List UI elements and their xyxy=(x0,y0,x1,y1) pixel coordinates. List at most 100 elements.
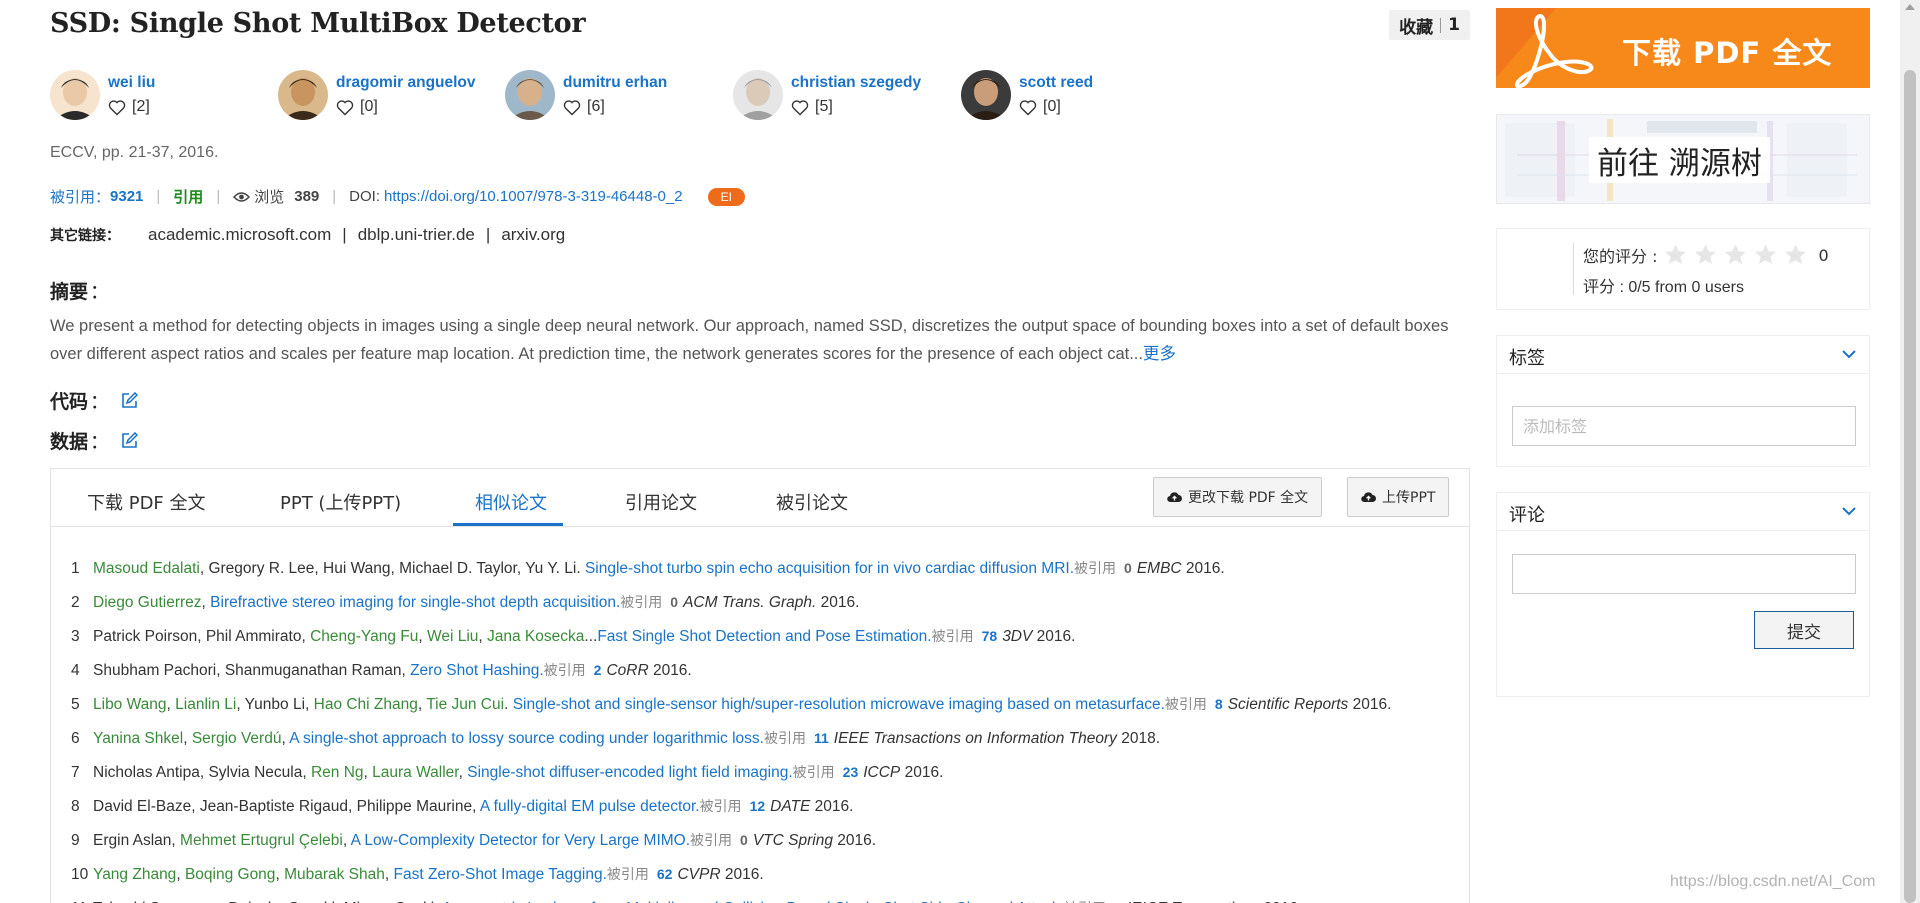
paper-title-link[interactable]: Single-shot and single-sensor high/super… xyxy=(513,696,1165,713)
author-link[interactable]: Laura Waller xyxy=(372,764,458,781)
cited-by-count[interactable]: 0 xyxy=(740,832,748,848)
upload-ppt-button[interactable]: 上传PPT xyxy=(1347,477,1450,517)
star-rating[interactable] xyxy=(1663,243,1808,267)
author-link[interactable]: Diego Gutierrez xyxy=(93,594,202,611)
chevron-down-icon[interactable] xyxy=(1841,506,1857,516)
paper-title-link[interactable]: Single-shot diffuser-encoded light field… xyxy=(467,764,792,781)
tag-input[interactable] xyxy=(1512,406,1856,446)
cited-count[interactable]: 9321 xyxy=(110,188,143,205)
download-pdf-button[interactable]: 下载 PDF 全文 xyxy=(1496,8,1870,89)
author-name[interactable]: dumitru erhan xyxy=(563,74,667,92)
vertical-scrollbar[interactable] xyxy=(1900,0,1920,903)
avatar[interactable] xyxy=(505,70,555,120)
author-link[interactable]: Hao Chi Zhang xyxy=(314,696,418,713)
cited-by-count[interactable]: 0 xyxy=(670,594,678,610)
author-link[interactable]: Sergio Verdú xyxy=(192,730,282,747)
paper-title-link[interactable]: Fast Zero-Shot Image Tagging. xyxy=(394,866,607,883)
source-tree-button[interactable]: 前往 溯源树 xyxy=(1496,114,1870,204)
tab-similar-papers[interactable]: 相似论文 xyxy=(475,489,547,515)
paper-title-link[interactable]: A single-shot approach to lossy source c… xyxy=(289,730,764,747)
star-icon[interactable] xyxy=(1783,243,1808,267)
author-link[interactable]: Libo Wang xyxy=(93,696,167,713)
author-like[interactable]: [2] xyxy=(108,98,150,116)
author-name[interactable]: dragomir anguelov xyxy=(336,74,476,92)
avatar[interactable] xyxy=(278,70,328,120)
favorite-button[interactable]: 收藏 1 xyxy=(1389,10,1470,40)
author-like[interactable]: [0] xyxy=(336,98,378,116)
heart-icon[interactable] xyxy=(108,99,126,116)
star-icon[interactable] xyxy=(1723,243,1748,267)
tags-header[interactable]: 标签 xyxy=(1497,336,1869,374)
author-link[interactable]: Wei Liu xyxy=(427,628,478,645)
author-link[interactable]: Yanina Shkel xyxy=(93,730,183,747)
star-icon[interactable] xyxy=(1663,243,1688,267)
paper-title-link[interactable]: Single-shot turbo spin echo acquisition … xyxy=(585,560,1074,577)
author-name[interactable]: scott reed xyxy=(1019,74,1093,92)
author-like[interactable]: [6] xyxy=(563,98,605,116)
heart-icon[interactable] xyxy=(563,99,581,116)
author-link[interactable]: Boqing Gong xyxy=(185,866,276,883)
year: 2016. xyxy=(1348,696,1392,713)
author-link[interactable]: Masoud Edalati xyxy=(93,560,200,577)
author-text: , xyxy=(418,628,427,645)
tab-ppt[interactable]: PPT (上传PPT) xyxy=(280,489,401,515)
paper-title-link[interactable]: A Low-Complexity Detector for Very Large… xyxy=(351,832,690,849)
change-pdf-label: 更改下载 PDF 全文 xyxy=(1188,490,1309,506)
author-name[interactable]: wei liu xyxy=(108,74,155,92)
edit-icon[interactable] xyxy=(121,392,139,409)
author-link[interactable]: Tie Jun Cui xyxy=(426,696,504,713)
avatar[interactable] xyxy=(50,70,100,120)
author-link[interactable]: Cheng-Yang Fu xyxy=(310,628,418,645)
scrollbar-thumb[interactable] xyxy=(1904,70,1916,903)
active-tab-underline xyxy=(453,523,563,526)
scroll-up-arrow-icon[interactable] xyxy=(1905,4,1915,10)
author-link[interactable]: Jana Kosecka xyxy=(487,628,584,645)
cite-link[interactable]: 引用 xyxy=(173,186,203,207)
paper-title-link[interactable]: Zero Shot Hashing. xyxy=(410,662,544,679)
cited-by-count[interactable]: 8 xyxy=(1215,696,1223,712)
edit-icon[interactable] xyxy=(121,432,139,449)
star-icon[interactable] xyxy=(1693,243,1718,267)
link-arxiv[interactable]: arxiv.org xyxy=(501,225,565,245)
cited-by-count[interactable]: 23 xyxy=(843,764,859,780)
paper-title-link[interactable]: Fast Single Shot Detection and Pose Esti… xyxy=(597,628,931,645)
author-link[interactable]: Yang Zhang xyxy=(93,866,176,883)
cited-by-count[interactable]: 11 xyxy=(814,730,829,746)
more-link[interactable]: 更多 xyxy=(1143,345,1176,363)
avatar[interactable] xyxy=(733,70,783,120)
author-link[interactable]: Ren Ng xyxy=(311,764,364,781)
change-pdf-button[interactable]: 更改下载 PDF 全文 xyxy=(1153,477,1323,517)
heart-icon[interactable] xyxy=(336,99,354,116)
tab-download-pdf[interactable]: 下载 PDF 全文 xyxy=(87,489,206,515)
author-name[interactable]: christian szegedy xyxy=(791,74,921,92)
author-like[interactable]: [5] xyxy=(791,98,833,116)
paper-title-link[interactable]: Birefractive stereo imaging for single-s… xyxy=(210,594,620,611)
cited-by-count[interactable]: 2 xyxy=(594,662,602,678)
paper-title-link[interactable]: A fully-digital EM pulse detector. xyxy=(480,798,700,815)
tab-citing-papers[interactable]: 引用论文 xyxy=(625,489,697,515)
cited-by-count[interactable]: 0 xyxy=(1124,560,1132,576)
author-like[interactable]: [0] xyxy=(1019,98,1061,116)
similar-paper-row: 1 Masoud Edalati, Gregory R. Lee, Hui Wan… xyxy=(51,551,1469,585)
tab-cited-papers[interactable]: 被引论文 xyxy=(776,489,848,515)
heart-icon[interactable] xyxy=(791,99,809,116)
star-icon[interactable] xyxy=(1753,243,1778,267)
divider: | xyxy=(156,188,161,205)
cited-by-count[interactable]: 62 xyxy=(657,866,673,882)
cited-by-label: 被引用 xyxy=(1074,560,1117,576)
submit-comment-button[interactable]: 提交 xyxy=(1754,611,1854,649)
doi-link[interactable]: https://doi.org/10.1007/978-3-319-46448-… xyxy=(384,188,683,205)
heart-icon[interactable] xyxy=(1019,99,1037,116)
cited-by-count[interactable]: 12 xyxy=(750,798,766,814)
similar-paper-row: 9 Ergin Aslan, Mehmet Ertugrul Çelebi, A … xyxy=(51,823,1469,857)
cited-by-count[interactable]: 78 xyxy=(982,628,998,644)
chevron-down-icon[interactable] xyxy=(1841,349,1857,359)
comment-input[interactable] xyxy=(1512,554,1856,594)
author-link[interactable]: Lianlin Li xyxy=(175,696,236,713)
link-dblp[interactable]: dblp.uni-trier.de xyxy=(358,225,475,245)
author-link[interactable]: Mehmet Ertugrul Çelebi xyxy=(180,832,343,849)
comments-header[interactable]: 评论 xyxy=(1497,493,1869,531)
avatar[interactable] xyxy=(961,70,1011,120)
link-academic[interactable]: academic.microsoft.com xyxy=(148,225,331,245)
author-link[interactable]: Mubarak Shah xyxy=(284,866,385,883)
